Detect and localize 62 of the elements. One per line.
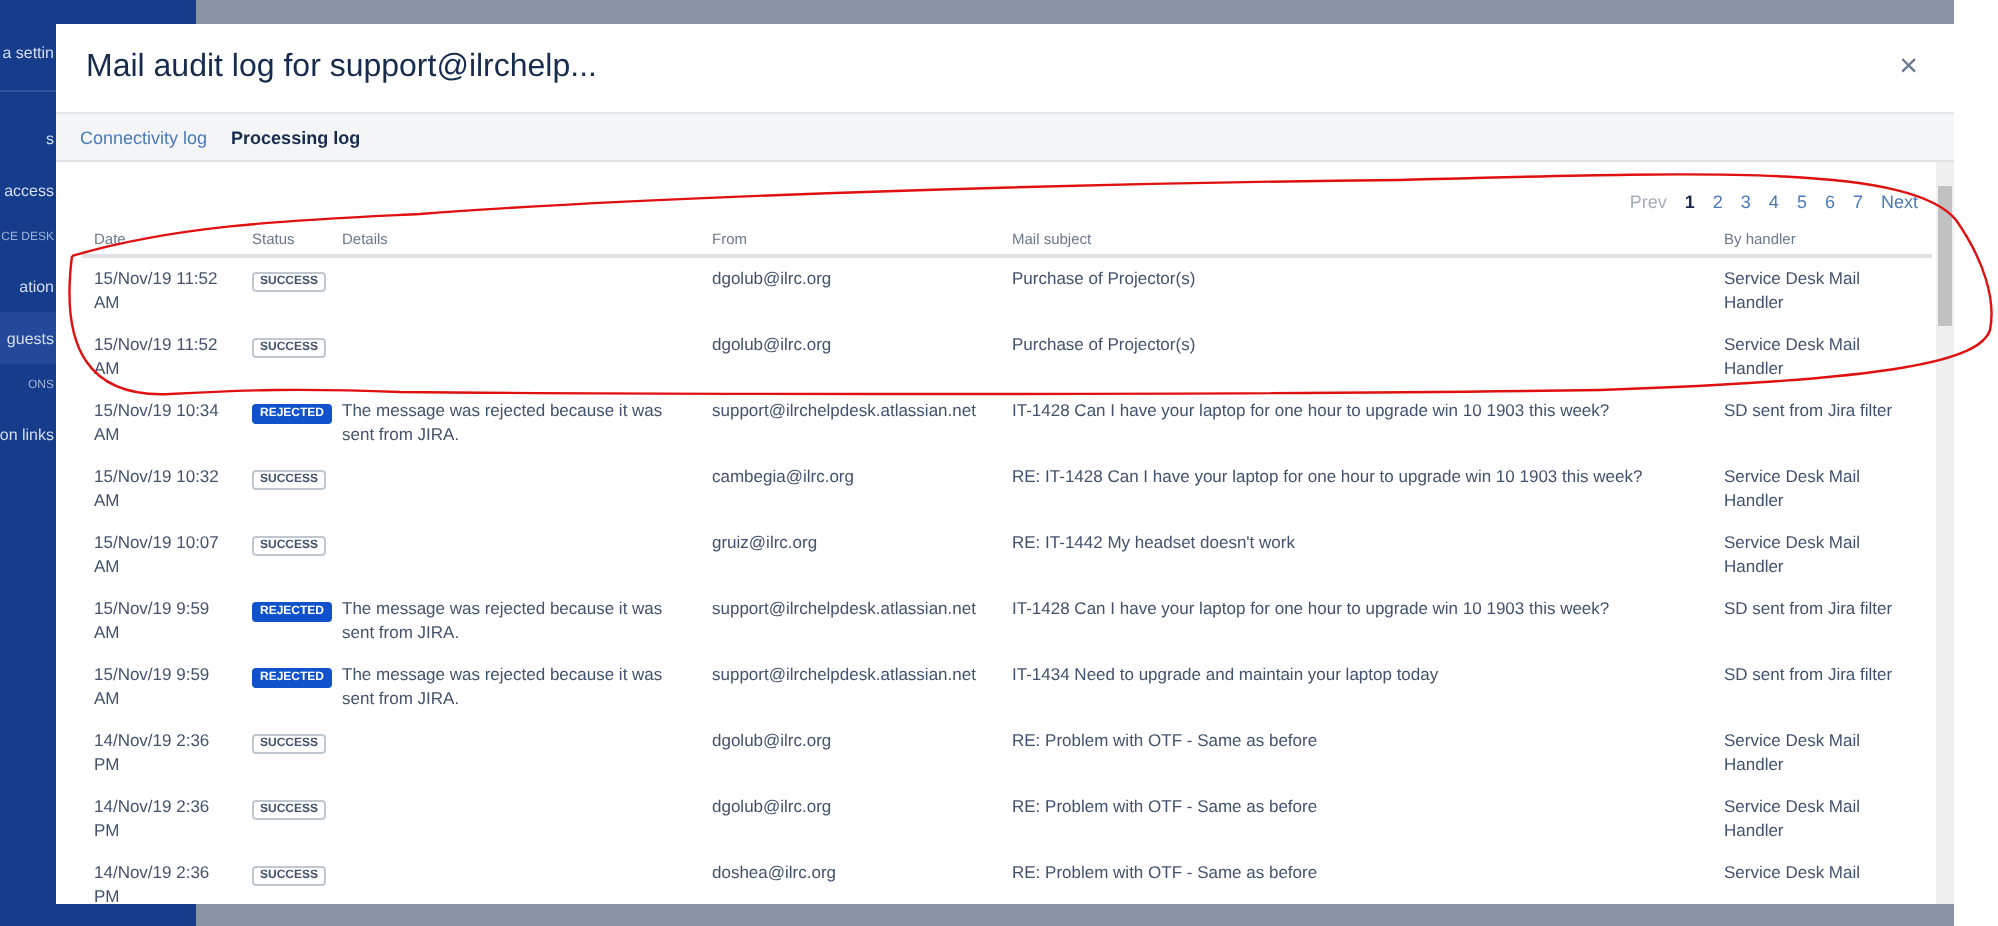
scrollbar[interactable] (1936, 162, 1954, 904)
subject-cell-text: Purchase of Projector(s) (1010, 332, 1198, 358)
from-cell-text: dgolub@ilrc.org (710, 332, 834, 358)
sidebar-item[interactable]: ation (19, 277, 54, 295)
subject-cell-text: IT-1434 Need to upgrade and maintain your laptop today (1010, 662, 1441, 688)
dialog-title: Mail audit log for support@ilrchelp... (86, 50, 597, 86)
handler-cell-text: SD sent from Jira filter (1722, 398, 1895, 424)
tab[interactable]: Processing log (231, 127, 361, 147)
date-cell-text: 14/Nov/19 2:36 PM (92, 728, 212, 778)
handler-cell-text: SD sent from Jira filter (1722, 596, 1895, 622)
date-cell-text: 15/Nov/19 10:34 AM (92, 398, 221, 448)
page-link[interactable]: 1 (1684, 192, 1695, 212)
from-cell-text: cambegia@ilrc.org (710, 464, 856, 490)
handler-cell-text: Service Desk Mail Handler (1722, 728, 1863, 778)
tab[interactable]: Connectivity log (80, 127, 208, 147)
subject-cell-text: RE: IT-1442 My headset doesn't work (1010, 530, 1297, 556)
subject-cell-text: RE: Problem with OTF - Same as before (1010, 728, 1320, 754)
details-cell-text: The message was rejected because it was sent from JIRA. (340, 596, 665, 646)
subject-cell-text: IT-1428 Can I have your laptop for one hour to upgrade win 10 1903 this week? (1010, 398, 1612, 424)
subject-cell-text: Purchase of Projector(s) (1010, 266, 1198, 292)
from-cell-text: support@ilrchelpdesk.atlassian.net (710, 596, 978, 622)
from-cell-text: gruiz@ilrc.org (710, 530, 820, 556)
date-cell-text: 15/Nov/19 9:59 AM (92, 662, 212, 712)
subject-cell-text: IT-1428 Can I have your laptop for one hour to upgrade win 10 1903 this week? (1010, 596, 1612, 622)
from-cell-text: support@ilrchelpdesk.atlassian.net (710, 398, 978, 424)
from-cell-text: support@ilrchelpdesk.atlassian.net (710, 662, 978, 688)
handler-cell-text: SD sent from Jira filter (1722, 662, 1895, 688)
next-link[interactable]: Next (1880, 192, 1918, 212)
close-button[interactable]: × (1891, 50, 1926, 86)
page-link[interactable]: 5 (1796, 192, 1807, 212)
sidebar-item[interactable]: guests (6, 329, 54, 347)
sidebar-item[interactable]: access (4, 181, 54, 199)
date-cell-text: 15/Nov/19 11:52 AM (92, 266, 220, 316)
page-link[interactable]: 3 (1740, 192, 1751, 212)
page-link[interactable]: 6 (1824, 192, 1835, 212)
details-cell-text: The message was rejected because it was sent from JIRA. (340, 662, 665, 712)
date-cell-text: 14/Nov/19 2:36 PM (92, 860, 212, 904)
handler-cell-text: Service Desk Mail Handler (1722, 794, 1863, 844)
handler-cell-text: Service Desk Mail Handler (1722, 266, 1863, 316)
page-link[interactable]: 2 (1712, 192, 1723, 212)
subject-cell-text: RE: Problem with OTF - Same as before (1010, 860, 1320, 886)
date-cell-text: 15/Nov/19 10:07 AM (92, 530, 221, 580)
from-cell-text: dgolub@ilrc.org (710, 266, 834, 292)
from-cell-text: doshea@ilrc.org (710, 860, 839, 886)
date-cell-text: 14/Nov/19 2:36 PM (92, 794, 212, 844)
from-cell-text: dgolub@ilrc.org (710, 794, 834, 820)
from-cell-text: dgolub@ilrc.org (710, 728, 834, 754)
date-cell-text: 15/Nov/19 11:52 AM (92, 332, 220, 382)
details-cell-text: The message was rejected because it was sent from JIRA. (340, 398, 665, 448)
sidebar-heading: a settin (2, 44, 54, 62)
subject-cell-text: RE: Problem with OTF - Same as before (1010, 794, 1320, 820)
handler-cell-text: Service Desk Mail Handler (1722, 332, 1863, 382)
subject-cell-text: RE: IT-1428 Can I have your laptop for one hour to upgrade win 10 1903 this week? (1010, 464, 1645, 490)
sidebar-item[interactable]: on links (0, 425, 54, 443)
page-link[interactable]: 4 (1768, 192, 1779, 212)
date-cell-text: 15/Nov/19 9:59 AM (92, 596, 212, 646)
handler-cell-text: Service Desk Mail (1722, 860, 1863, 886)
page-link[interactable]: 7 (1852, 192, 1863, 212)
handler-cell-text: Service Desk Mail Handler (1722, 530, 1863, 580)
handler-cell-text: Service Desk Mail Handler (1722, 464, 1863, 514)
date-cell-text: 15/Nov/19 10:32 AM (92, 464, 221, 514)
sidebar-item[interactable]: s (46, 129, 54, 147)
